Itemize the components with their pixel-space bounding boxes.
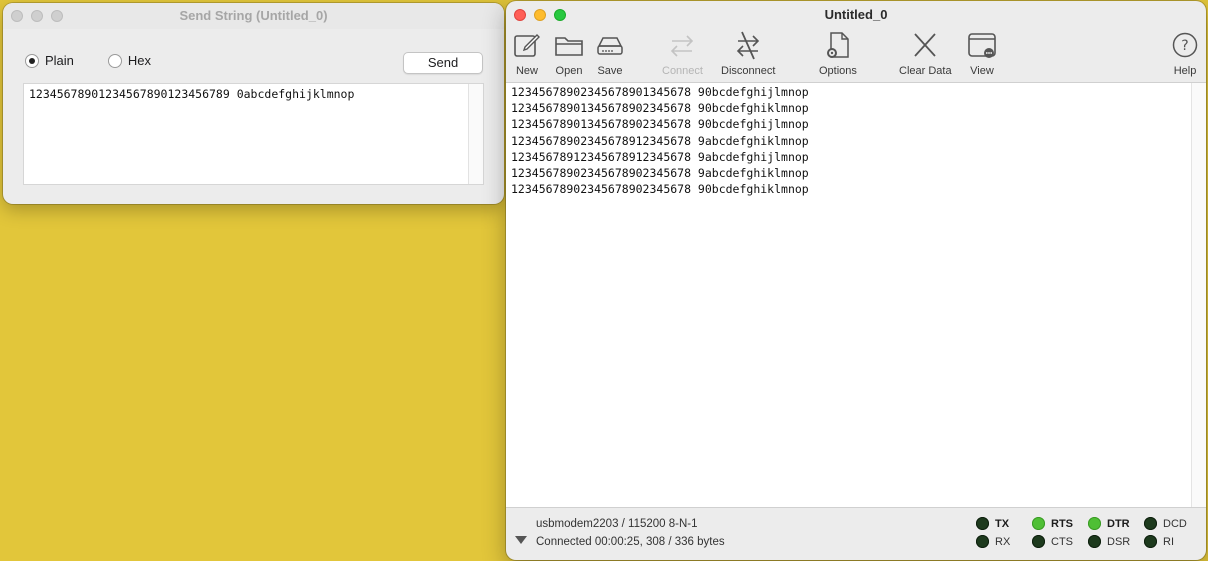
options-gear-document-icon	[826, 32, 849, 58]
new-document-icon	[514, 34, 540, 57]
signal-rx-indicator: RX	[976, 535, 1010, 548]
hex-radio-indicator[interactable]	[107, 53, 122, 68]
send-text-scrollbar[interactable]	[468, 84, 483, 184]
terminal-line: 12345678901345678902345678 90bcdefghijlm…	[511, 117, 809, 132]
connect-button[interactable]: Connect	[662, 29, 703, 77]
send-button[interactable]: Send	[403, 52, 483, 74]
send-string-window: Send String (Untitled_0) Plain Hex Send …	[3, 3, 504, 204]
led-icon	[1144, 535, 1157, 548]
plain-mode-radio[interactable]: Plain	[25, 53, 74, 68]
clear-data-button[interactable]: Clear Data	[899, 29, 952, 77]
plain-radio-label: Plain	[45, 53, 74, 68]
help-question-icon: ?	[1172, 32, 1198, 58]
hex-mode-radio[interactable]: Hex	[107, 53, 152, 68]
send-window-titlebar[interactable]: Send String (Untitled_0)	[3, 3, 504, 29]
led-icon	[1088, 535, 1101, 548]
main-window-title: Untitled_0	[824, 7, 888, 22]
terminal-scrollbar[interactable]	[1191, 83, 1206, 507]
terminal-lines: 12345678902345678901345678 90bcdefghijlm…	[511, 84, 809, 197]
terminal-line: 12345678901345678902345678 90bcdefghiklm…	[511, 101, 809, 116]
new-label: New	[515, 65, 538, 77]
connection-status-text: Connected 00:00:25, 308 / 336 bytes	[536, 536, 725, 548]
signal-indicators: TX RX RTS CTS DTR DSR DCD RI	[976, 517, 1206, 557]
folder-icon	[555, 37, 583, 56]
terminal-line: 12345678902345678901345678 90bcdefghijlm…	[511, 85, 809, 99]
connect-label: Connect	[662, 65, 703, 77]
send-text-content[interactable]: 12345678901234567890123456789 0abcdefghi…	[29, 87, 354, 101]
terminal-window: Untitled_0 New Open Save Connect Disconn…	[506, 1, 1206, 560]
signal-dsr-indicator: DSR	[1088, 535, 1130, 548]
terminal-line: 12345678902345678902345678 9abcdefghiklm…	[511, 166, 809, 181]
signal-label: DCD	[1163, 517, 1187, 530]
save-button[interactable]: Save	[595, 29, 625, 77]
view-label: View	[970, 65, 994, 77]
disconnect-label: Disconnect	[721, 65, 776, 77]
drive-save-icon	[597, 37, 623, 55]
led-icon	[1032, 517, 1045, 530]
led-icon	[976, 517, 989, 530]
signal-rts-indicator: RTS	[1032, 517, 1073, 530]
disconnect-button[interactable]: Disconnect	[721, 29, 775, 77]
view-button[interactable]: View	[967, 29, 997, 77]
toolbar: New Open Save Connect Disconnect Options…	[506, 29, 1206, 81]
led-icon	[1088, 517, 1101, 530]
open-label: Open	[555, 65, 583, 77]
send-text-area[interactable]: 12345678901234567890123456789 0abcdefghi…	[23, 83, 484, 185]
open-button[interactable]: Open	[554, 29, 584, 77]
led-icon	[1144, 517, 1157, 530]
port-settings-text: usbmodem2203 / 115200 8-N-1	[536, 518, 698, 530]
svg-text:?: ?	[1181, 38, 1188, 54]
hex-radio-label: Hex	[127, 53, 152, 68]
signal-label: DSR	[1107, 535, 1131, 548]
signal-label: CTS	[1051, 535, 1073, 548]
save-label: Save	[597, 65, 623, 77]
signal-label: TX	[995, 517, 1010, 530]
terminal-line: 12345678902345678912345678 9abcdefghiklm…	[511, 133, 809, 148]
signal-label: RI	[1163, 535, 1174, 548]
terminal-line: 12345678912345678912345678 9abcdefghijlm…	[511, 149, 809, 164]
view-window-icon	[968, 33, 996, 58]
help-label: Help	[1173, 65, 1197, 77]
signal-label: RTS	[1051, 517, 1073, 530]
terminal-line: 12345678902345678902345678 90bcdefghiklm…	[511, 182, 809, 197]
signal-dcd-indicator: DCD	[1144, 517, 1187, 530]
signal-tx-indicator: TX	[976, 517, 1009, 530]
connect-arrows-icon	[671, 35, 694, 57]
options-label: Options	[819, 65, 857, 77]
terminal-output[interactable]: 12345678902345678901345678 90bcdefghijlm…	[506, 82, 1206, 508]
send-window-title: Send String (Untitled_0)	[179, 8, 328, 23]
signal-label: DTR	[1107, 517, 1130, 530]
signal-cts-indicator: CTS	[1032, 535, 1073, 548]
plain-radio-indicator[interactable]	[25, 53, 39, 68]
disclosure-triangle-icon[interactable]	[515, 536, 527, 544]
status-bar: usbmodem2203 / 115200 8-N-1 Connected 00…	[506, 507, 1206, 560]
options-button[interactable]: Options	[819, 29, 857, 77]
main-window-titlebar[interactable]: Untitled_0	[506, 1, 1206, 29]
signal-ri-indicator: RI	[1144, 535, 1174, 548]
clear-data-label: Clear Data	[899, 65, 952, 77]
new-button[interactable]: New	[512, 29, 542, 77]
signal-label: RX	[995, 535, 1011, 548]
help-button[interactable]: ? Help	[1170, 29, 1200, 77]
led-icon	[976, 535, 989, 548]
signal-dtr-indicator: DTR	[1088, 517, 1130, 530]
disconnect-icon	[737, 31, 760, 60]
clear-x-icon	[914, 33, 936, 57]
led-icon	[1032, 535, 1045, 548]
